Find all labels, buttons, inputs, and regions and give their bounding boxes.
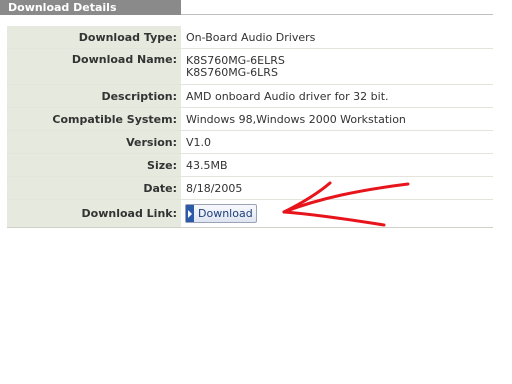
size-label: Size: bbox=[7, 153, 182, 177]
download-name-label: Download Name: bbox=[7, 48, 182, 85]
compatible-system-value: Windows 98,Windows 2000 Workstation bbox=[181, 107, 493, 131]
download-button[interactable]: Download bbox=[185, 204, 257, 223]
row-download-link: Download Link: Download bbox=[7, 199, 493, 228]
arrow-right-icon bbox=[186, 205, 194, 222]
row-date: Date: 8/18/2005 bbox=[7, 176, 493, 200]
row-description: Description: AMD onboard Audio driver fo… bbox=[7, 84, 493, 108]
download-details-table: Download Type: On-Board Audio Drivers Do… bbox=[7, 25, 493, 228]
section-title: Download Details bbox=[8, 1, 117, 14]
download-type-label: Download Type: bbox=[7, 25, 182, 49]
date-label: Date: bbox=[7, 176, 182, 200]
version-label: Version: bbox=[7, 130, 182, 154]
row-compatible-system: Compatible System: Windows 98,Windows 20… bbox=[7, 107, 493, 131]
date-value: 8/18/2005 bbox=[181, 176, 493, 200]
version-value: V1.0 bbox=[181, 130, 493, 154]
row-download-type: Download Type: On-Board Audio Drivers bbox=[7, 25, 493, 49]
download-name-line-1: K8S760MG-6ELRS bbox=[186, 53, 285, 67]
download-name-line-2: K8S760MG-6LRS bbox=[186, 65, 278, 79]
size-value: 43.5MB bbox=[181, 153, 493, 177]
description-label: Description: bbox=[7, 84, 182, 108]
header-divider bbox=[181, 14, 493, 15]
row-download-name: Download Name: K8S760MG-6ELRS K8S760MG-6… bbox=[7, 48, 493, 85]
row-version: Version: V1.0 bbox=[7, 130, 493, 154]
download-button-label: Download bbox=[198, 207, 253, 220]
download-type-value: On-Board Audio Drivers bbox=[181, 25, 493, 49]
section-title-tab: Download Details bbox=[0, 0, 181, 15]
download-link-value: Download bbox=[181, 199, 493, 228]
row-size: Size: 43.5MB bbox=[7, 153, 493, 177]
download-name-value: K8S760MG-6ELRS K8S760MG-6LRS bbox=[181, 48, 493, 85]
download-link-label: Download Link: bbox=[7, 199, 182, 228]
compatible-system-label: Compatible System: bbox=[7, 107, 182, 131]
description-value: AMD onboard Audio driver for 32 bit. bbox=[181, 84, 493, 108]
